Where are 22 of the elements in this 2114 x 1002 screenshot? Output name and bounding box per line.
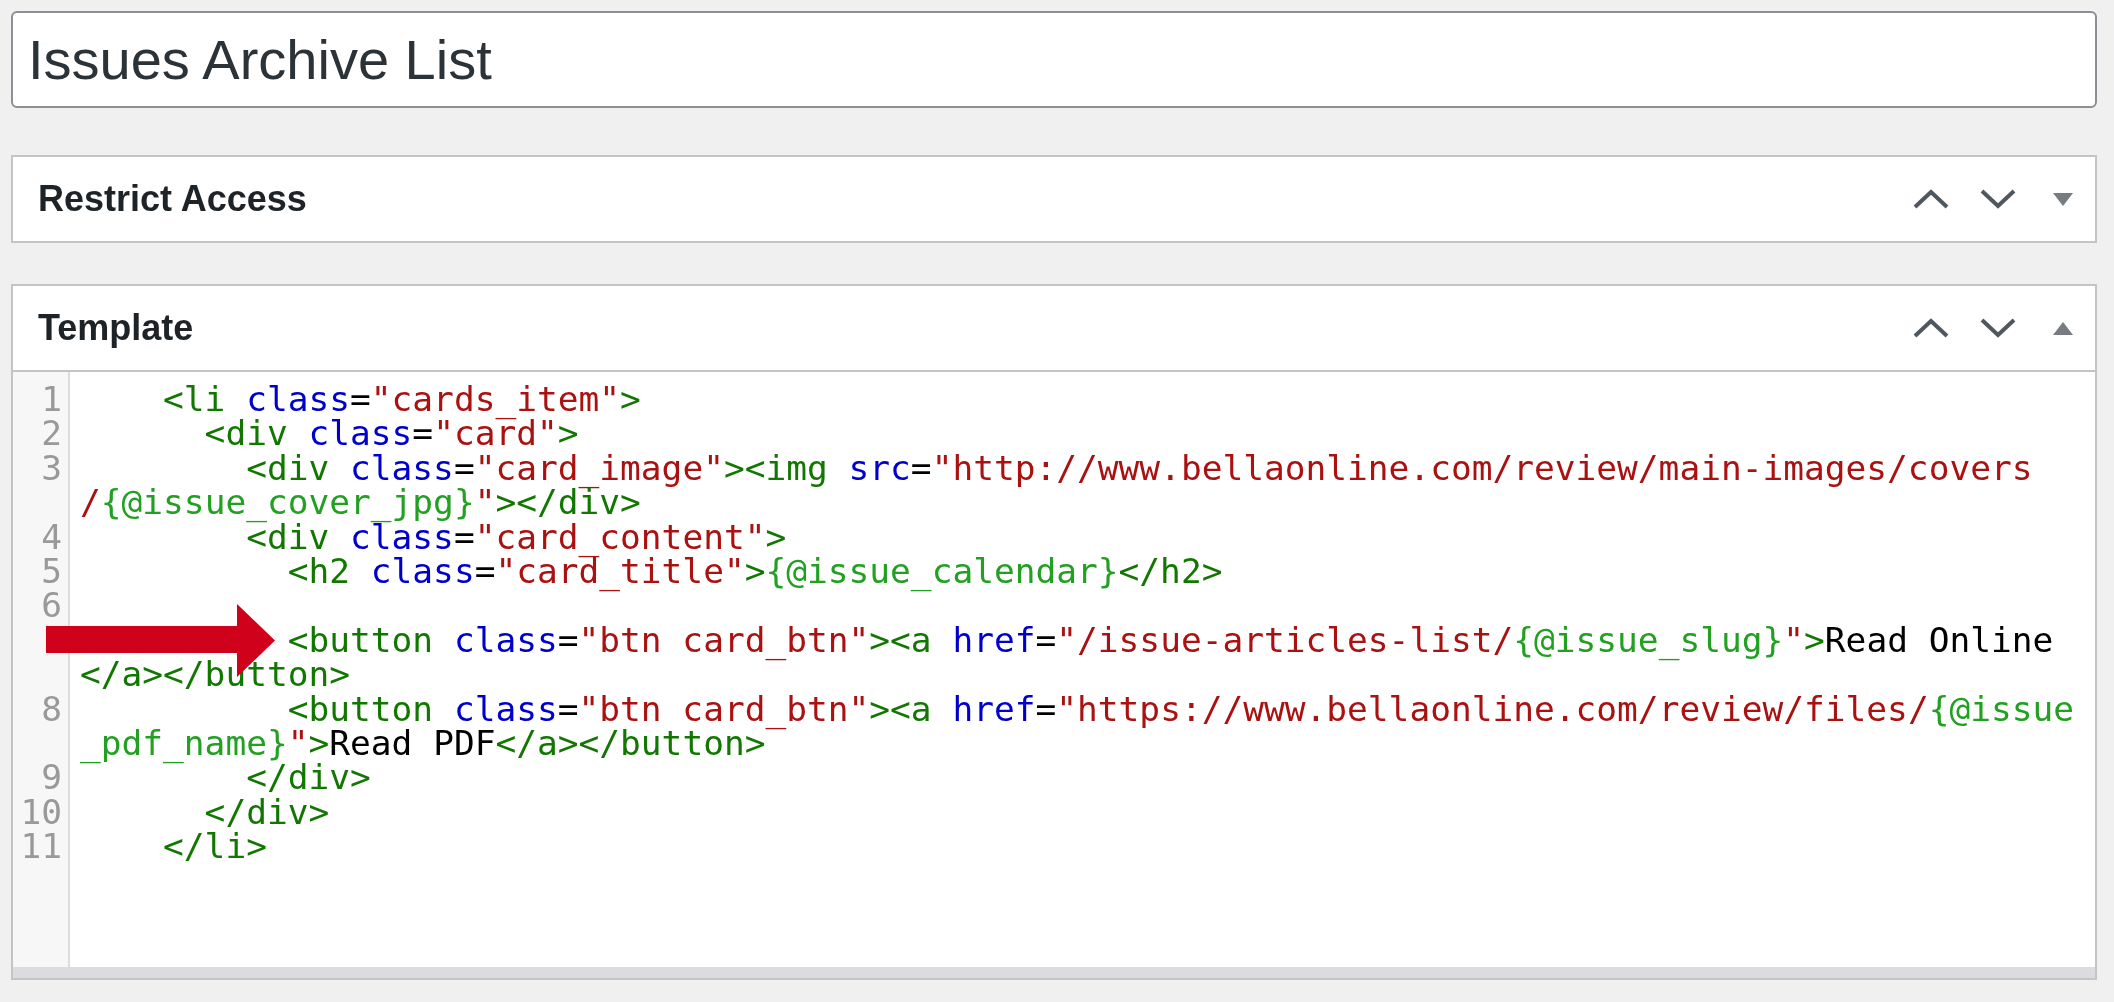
code-line: <button class="btn card_btn"><a href="/issue-articles-list/{@issue_slug}">Read Online </a></button> [70,622,2095,692]
line-number: 4 [40,519,63,554]
line-number: 9 [40,760,63,795]
code-line: </li> [162,829,267,864]
code-line: <div class="card"> [203,416,579,451]
line-number: 1 [40,382,63,417]
chevron-down-icon [1979,318,2016,338]
line-number: 5 [40,554,63,589]
chevron-up-icon [1912,318,1949,338]
line-number: 3 [40,450,63,486]
line-number: 2 [40,416,63,451]
code-line: </div> [203,794,330,830]
chevron-down-icon [1979,189,2016,209]
panel-title: Restrict Access [38,181,307,217]
title-field[interactable]: Issues Archive List [11,11,2097,108]
line-number: 6 [40,588,63,623]
code-line: </div> [246,760,372,795]
chevron-up-icon [1912,189,1949,209]
panel-title: Template [38,310,194,346]
line-number: 8 [40,691,63,727]
line-number: 11 [19,829,63,864]
line-number: 10 [19,794,63,830]
